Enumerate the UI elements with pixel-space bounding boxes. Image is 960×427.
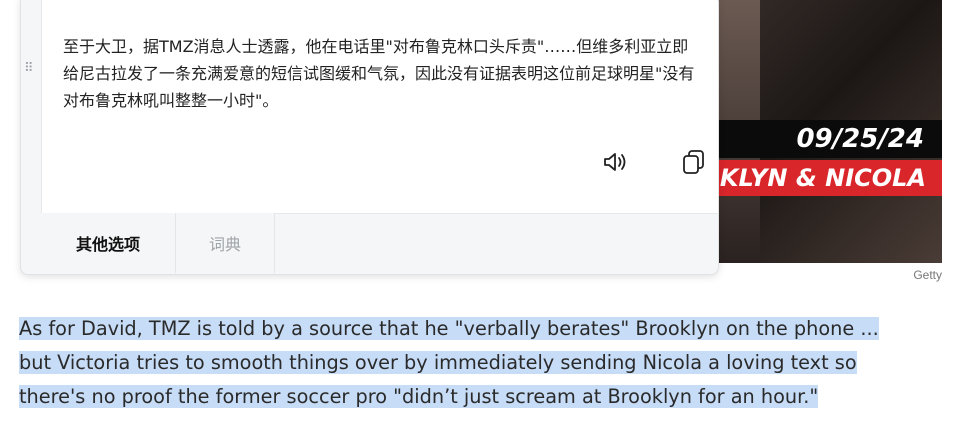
paragraph-line: As for David, TMZ is told by a source th…: [19, 317, 879, 340]
translation-text: 至于大卫，据TMZ消息人士透露，他在电话里"对布鲁克林口头斥责"……但维多利亚立…: [63, 37, 695, 110]
photo-date-banner: 09/25/24: [700, 120, 942, 158]
photo-name-banner: KLYN & NICOLA: [700, 160, 942, 196]
popup-tabs: 其他选项 词典: [41, 213, 718, 273]
tab-dictionary[interactable]: 词典: [176, 213, 275, 273]
article-paragraph: As for David, TMZ is told by a source th…: [19, 312, 949, 414]
speaker-icon[interactable]: [598, 145, 632, 179]
copy-icon[interactable]: [677, 145, 711, 179]
translation-popup: ⠿ 至于大卫，据TMZ消息人士透露，他在电话里"对布鲁克林口头斥责"……但维多利…: [20, 0, 719, 275]
drag-handle-icon[interactable]: ⠿: [24, 62, 36, 83]
paragraph-line: but Victoria tries to smooth things over…: [19, 351, 857, 374]
photo-credit: Getty: [913, 268, 942, 282]
article-photo: 09/25/24 KLYN & NICOLA: [700, 0, 942, 263]
tab-other-options[interactable]: 其他选项: [41, 213, 176, 273]
paragraph-line: there's no proof the former soccer pro "…: [19, 385, 819, 408]
